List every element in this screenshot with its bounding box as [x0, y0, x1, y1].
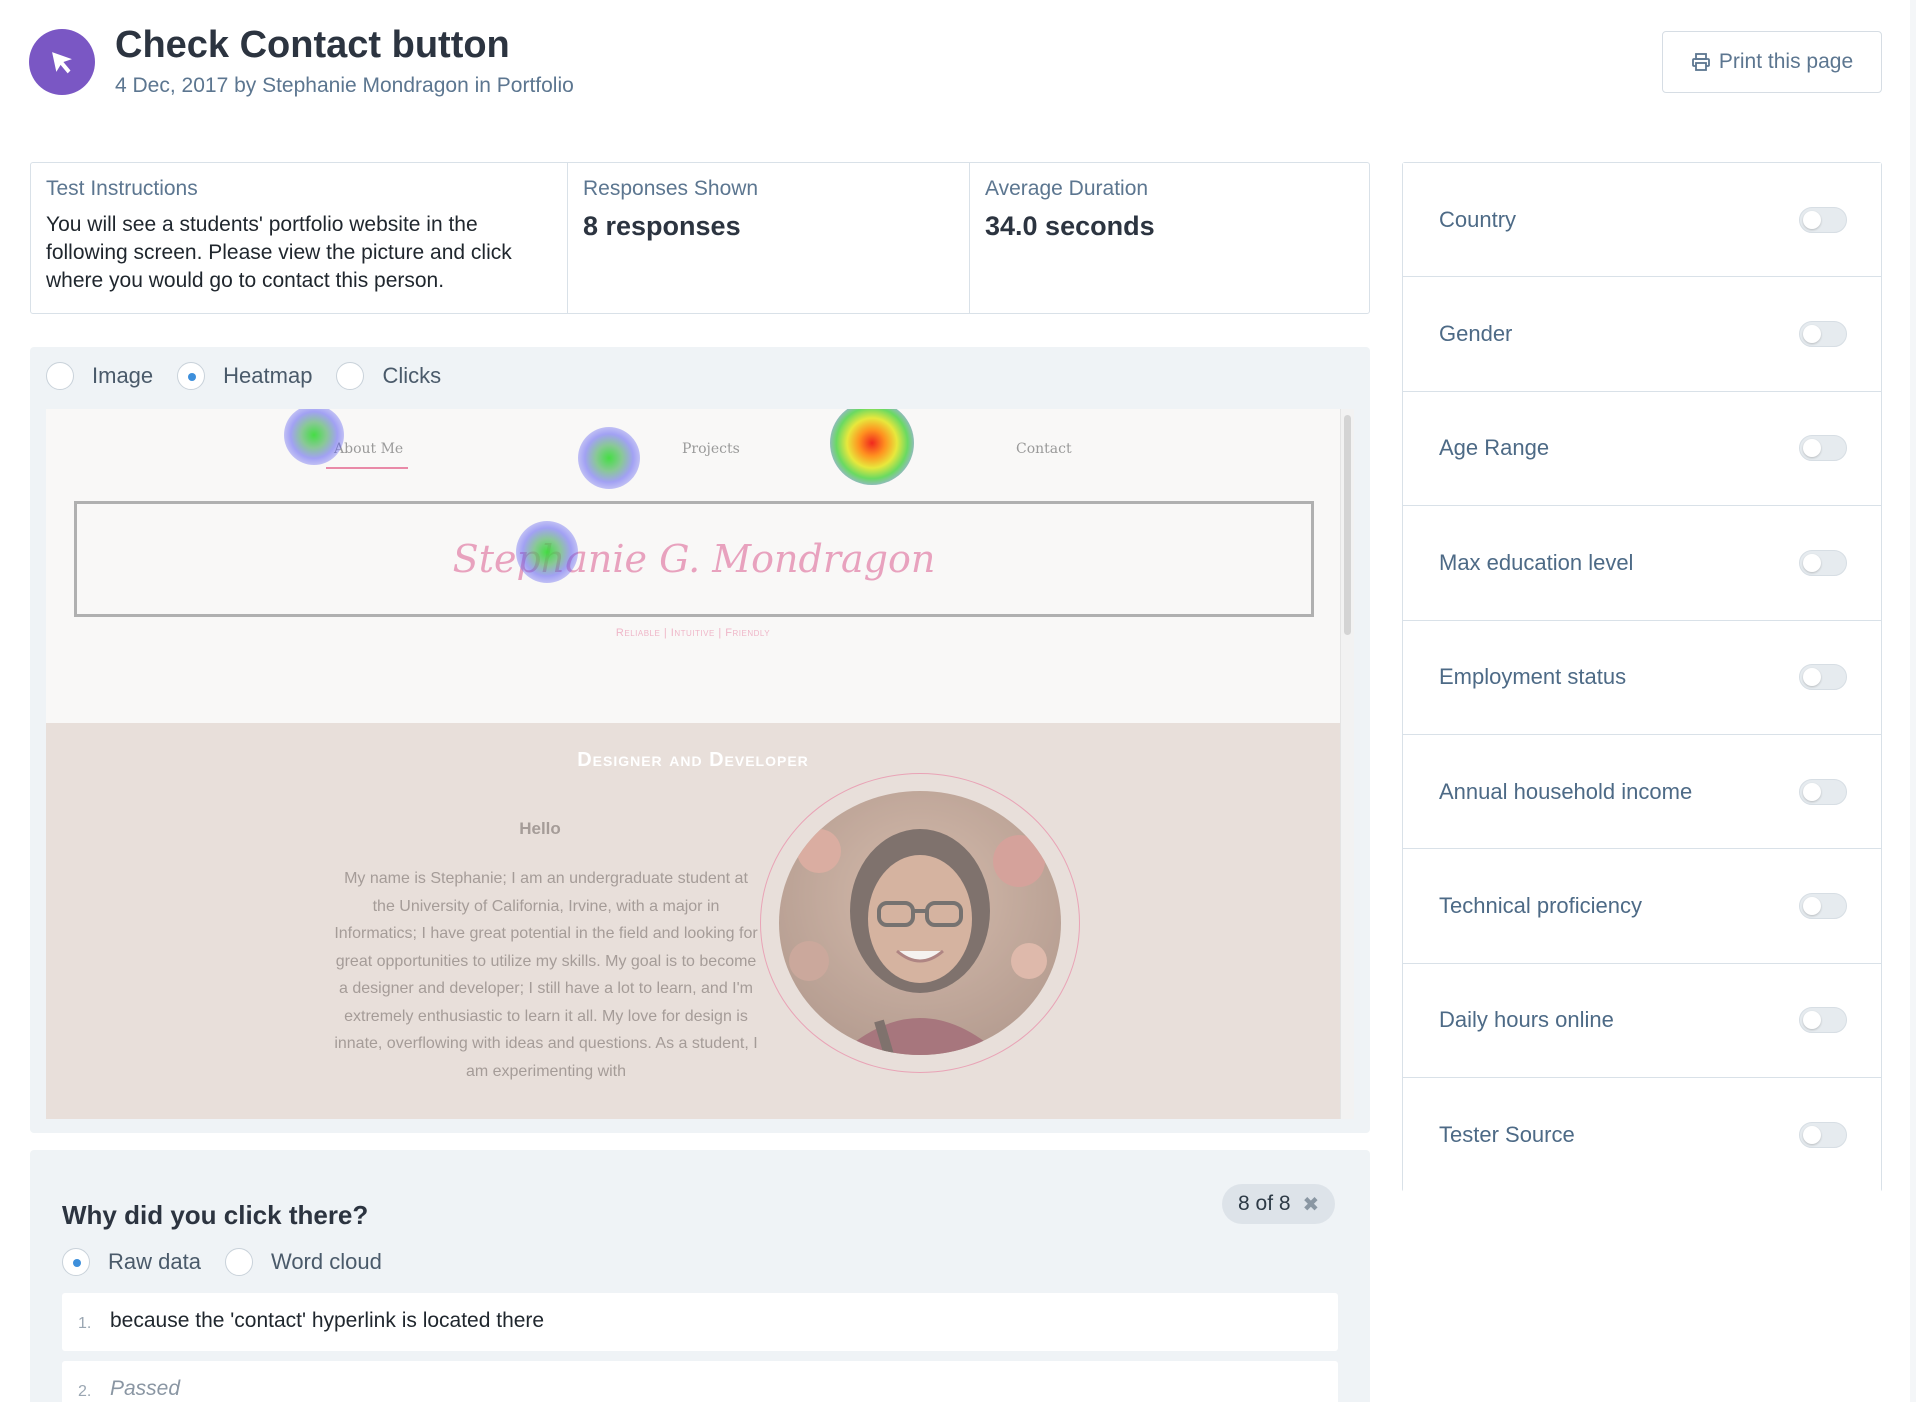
filter-label: Technical proficiency [1439, 893, 1642, 919]
response-count-label: 8 of 8 [1238, 1192, 1291, 1215]
filter-toggle[interactable] [1799, 549, 1847, 576]
question-panel: Why did you click there? 8 of 8 ✖ Raw da… [30, 1150, 1370, 1402]
filter-toggle[interactable] [1799, 664, 1847, 691]
test-instructions: Test Instructions You will see a student… [31, 163, 568, 313]
responses-label: Responses Shown [583, 177, 759, 200]
page-scrollbar[interactable] [1910, 0, 1916, 1402]
preview-section-title: Designer and Developer [577, 749, 809, 771]
heatmap-hotspot [830, 409, 914, 485]
nav-underline [326, 467, 408, 469]
radio-button[interactable] [46, 362, 74, 390]
heatmap-hotspot [578, 427, 640, 489]
view-mode-selector: Image Heatmap Clicks [46, 362, 465, 390]
radio-button-selected[interactable] [62, 1248, 90, 1276]
radio-button[interactable] [336, 362, 365, 390]
filter-label: Daily hours online [1439, 1007, 1614, 1033]
instructions-text: You will see a students' portfolio websi… [46, 213, 512, 292]
preview-nav-about: About Me [334, 441, 404, 457]
filter-label: Gender [1439, 321, 1513, 347]
viewport-scrollbar[interactable] [1340, 409, 1354, 1119]
answer-text: because the 'contact' hyperlink is locat… [110, 1309, 545, 1332]
view-mode-clicks[interactable]: Clicks [336, 362, 441, 390]
filter-max-education: Max education level [1403, 506, 1881, 621]
page-subtitle: 4 Dec, 2017 by Stephanie Mondragon in Po… [115, 74, 574, 97]
radio-button-selected[interactable] [177, 362, 206, 390]
close-icon[interactable]: ✖ [1303, 1192, 1320, 1217]
filter-label: Country [1439, 206, 1517, 232]
app-logo [29, 29, 95, 95]
response-count-badge: 8 of 8 ✖ [1222, 1184, 1336, 1224]
filter-age-range: Age Range [1403, 391, 1881, 507]
filter-sidebar: Country Gender Age Range Max education l… [1402, 162, 1882, 1193]
answer-mode-word-cloud[interactable]: Word cloud [224, 1248, 382, 1276]
filter-household-income: Annual household income [1403, 734, 1881, 850]
filter-toggle[interactable] [1799, 893, 1847, 920]
answer-mode-cloud-label: Word cloud [270, 1249, 382, 1274]
printer-icon [1691, 53, 1710, 71]
filter-toggle[interactable] [1799, 1007, 1847, 1034]
filter-toggle[interactable] [1799, 1122, 1847, 1149]
question-title: Why did you click there? [62, 1200, 369, 1230]
filter-label: Max education level [1439, 549, 1634, 575]
filter-gender: Gender [1403, 277, 1881, 392]
heatmap-panel: Image Heatmap Clicks About Me Projects C… [30, 347, 1370, 1133]
preview-nav-contact: Contact [1016, 441, 1072, 457]
view-mode-heatmap[interactable]: Heatmap [177, 362, 312, 390]
duration-label: Average Duration [985, 177, 1149, 200]
instructions-label: Test Instructions [46, 177, 198, 200]
radio-button[interactable] [224, 1248, 253, 1276]
preview-site-name: Stephanie G. Mondragon [452, 537, 936, 581]
view-mode-clicks-label: Clicks [382, 363, 442, 388]
view-mode-heatmap-label: Heatmap [223, 363, 313, 388]
filter-employment-status: Employment status [1403, 620, 1881, 735]
filter-daily-hours-online: Daily hours online [1403, 963, 1881, 1079]
answer-mode-raw-data[interactable]: Raw data [62, 1248, 201, 1276]
answer-mode-raw-label: Raw data [108, 1249, 201, 1274]
filter-toggle[interactable] [1799, 206, 1847, 233]
preview-nav-projects: Projects [682, 441, 740, 457]
filter-label: Age Range [1439, 435, 1550, 461]
responses-value: 8 responses [583, 211, 741, 241]
duration-value: 34.0 seconds [985, 211, 1155, 241]
cursor-icon [52, 52, 72, 74]
page-title: Check Contact button [115, 24, 510, 66]
filter-country: Country [1403, 163, 1881, 278]
filter-label: Annual household income [1439, 778, 1693, 804]
filter-toggle[interactable] [1799, 778, 1847, 805]
scrollbar-thumb[interactable] [1344, 415, 1351, 635]
average-duration: Average Duration 34.0 seconds [970, 163, 1369, 313]
answer-view-selector: Raw data Word cloud [62, 1248, 406, 1276]
filter-label: Employment status [1439, 664, 1627, 690]
answer-number: 2. [78, 1383, 92, 1400]
responses-shown: Responses Shown 8 responses [568, 163, 970, 313]
filter-toggle[interactable] [1799, 321, 1847, 348]
answer-text: Passed [110, 1377, 181, 1400]
test-summary: Test Instructions You will see a student… [30, 162, 1370, 314]
preview-banner: Stephanie G. Mondragon [74, 501, 1314, 617]
filter-toggle[interactable] [1799, 435, 1847, 462]
filter-tester-source: Tester Source [1403, 1078, 1881, 1193]
print-button-label: Print this page [1718, 50, 1854, 73]
answer-number: 1. [78, 1315, 92, 1332]
view-mode-image[interactable]: Image [46, 362, 153, 390]
answer-item: 2. Passed [62, 1361, 1338, 1402]
answer-item: 1. because the 'contact' hyperlink is lo… [62, 1293, 1338, 1351]
portrait-photo [779, 791, 1061, 1055]
filter-technical-proficiency: Technical proficiency [1403, 849, 1881, 964]
preview-about-section: Designer and Developer Hello My name is … [46, 723, 1340, 1119]
filter-label: Tester Source [1439, 1122, 1575, 1148]
print-button[interactable]: Print this page [1662, 31, 1882, 93]
screenshot-viewport[interactable]: About Me Projects Contact Stephanie G. M… [46, 409, 1354, 1119]
view-mode-image-label: Image [92, 363, 154, 388]
preview-bio: My name is Stephanie; I am an undergradu… [334, 870, 758, 1080]
preview-tagline: Reliable | Intuitive | Friendly [615, 627, 771, 639]
preview-hello: Hello [519, 819, 561, 838]
